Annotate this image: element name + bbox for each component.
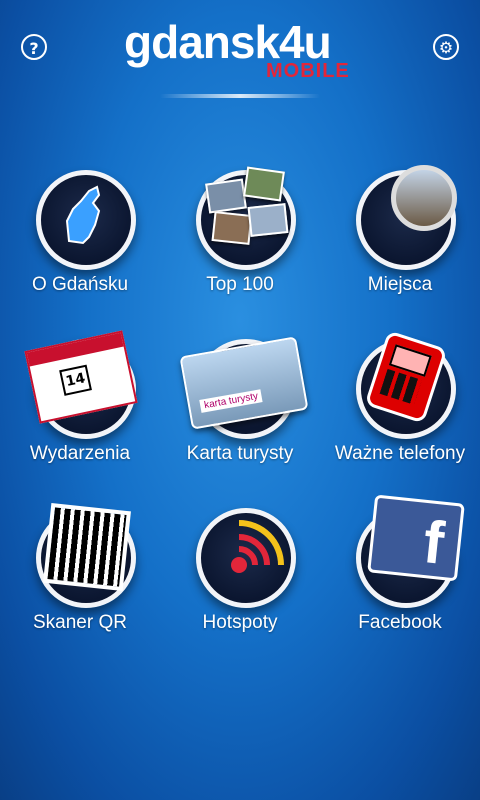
app-header: ? gdansk4u MOBILE ⚙ (0, 0, 480, 110)
gdansk-info-icon (36, 170, 136, 270)
menu-item-o-gdansku[interactable]: O Gdańsku (0, 170, 160, 330)
facebook-icon: f (356, 494, 465, 608)
qr-code-image (43, 503, 131, 591)
menu-label: Skaner QR (33, 612, 127, 633)
help-button[interactable]: ? (21, 34, 47, 60)
logo-subtext: MOBILE (266, 60, 350, 82)
photos-icon (196, 166, 296, 270)
menu-label: Karta turysty (186, 443, 294, 464)
photo-thumbnail (205, 178, 247, 214)
gear-icon: ⚙ (438, 38, 454, 57)
calendar-day: 14 (59, 364, 92, 396)
menu-label: O Gdańsku (31, 274, 129, 295)
menu-label: Ważne telefony (334, 443, 466, 464)
menu-item-top-100[interactable]: Top 100 (160, 166, 320, 330)
facebook-logo: f (367, 494, 465, 582)
calendar-sheet: 14 (24, 330, 138, 424)
phone-icon (356, 330, 456, 439)
menu-item-skaner-qr[interactable]: Skaner QR (0, 503, 160, 668)
wifi-signal-icon (231, 520, 284, 573)
menu-item-facebook[interactable]: f Facebook (320, 494, 480, 668)
wifi-hotspot-icon (196, 508, 296, 608)
menu-label: Wydarzenia (29, 443, 131, 464)
photo-thumbnail (247, 203, 289, 237)
menu-item-wydarzenia[interactable]: 14 Wydarzenia (0, 330, 160, 499)
neptune-figure-icon (65, 185, 101, 245)
facebook-f-glyph: f (420, 508, 448, 577)
app-logo: gdansk4u MOBILE (124, 16, 364, 86)
menu-item-wazne-telefony[interactable]: Ważne telefony (320, 330, 480, 499)
places-magnifier-icon (356, 165, 457, 270)
menu-label: Facebook (358, 612, 442, 633)
photo-thumbnail (211, 211, 253, 245)
menu-item-hotspoty[interactable]: Hotspoty (160, 508, 320, 668)
tourist-card: karta turysty (179, 336, 309, 430)
menu-label: Hotspoty (202, 612, 278, 633)
settings-button[interactable]: ⚙ (433, 34, 459, 60)
menu-item-miejsca[interactable]: Miejsca (320, 165, 480, 330)
menu-label: Miejsca (367, 274, 433, 295)
calendar-icon: 14 (24, 330, 138, 439)
magnifier-glass (391, 165, 457, 231)
header-divider (160, 94, 320, 98)
tourist-card-icon: karta turysty (179, 336, 309, 439)
menu-label: Top 100 (206, 274, 274, 295)
phone-handset (364, 330, 448, 424)
question-mark-icon: ? (29, 39, 39, 58)
qr-code-icon (36, 503, 136, 608)
photo-thumbnail (243, 166, 285, 202)
menu-item-karta-turysty[interactable]: karta turysty Karta turysty (160, 336, 320, 499)
card-label: karta turysty (199, 389, 264, 413)
